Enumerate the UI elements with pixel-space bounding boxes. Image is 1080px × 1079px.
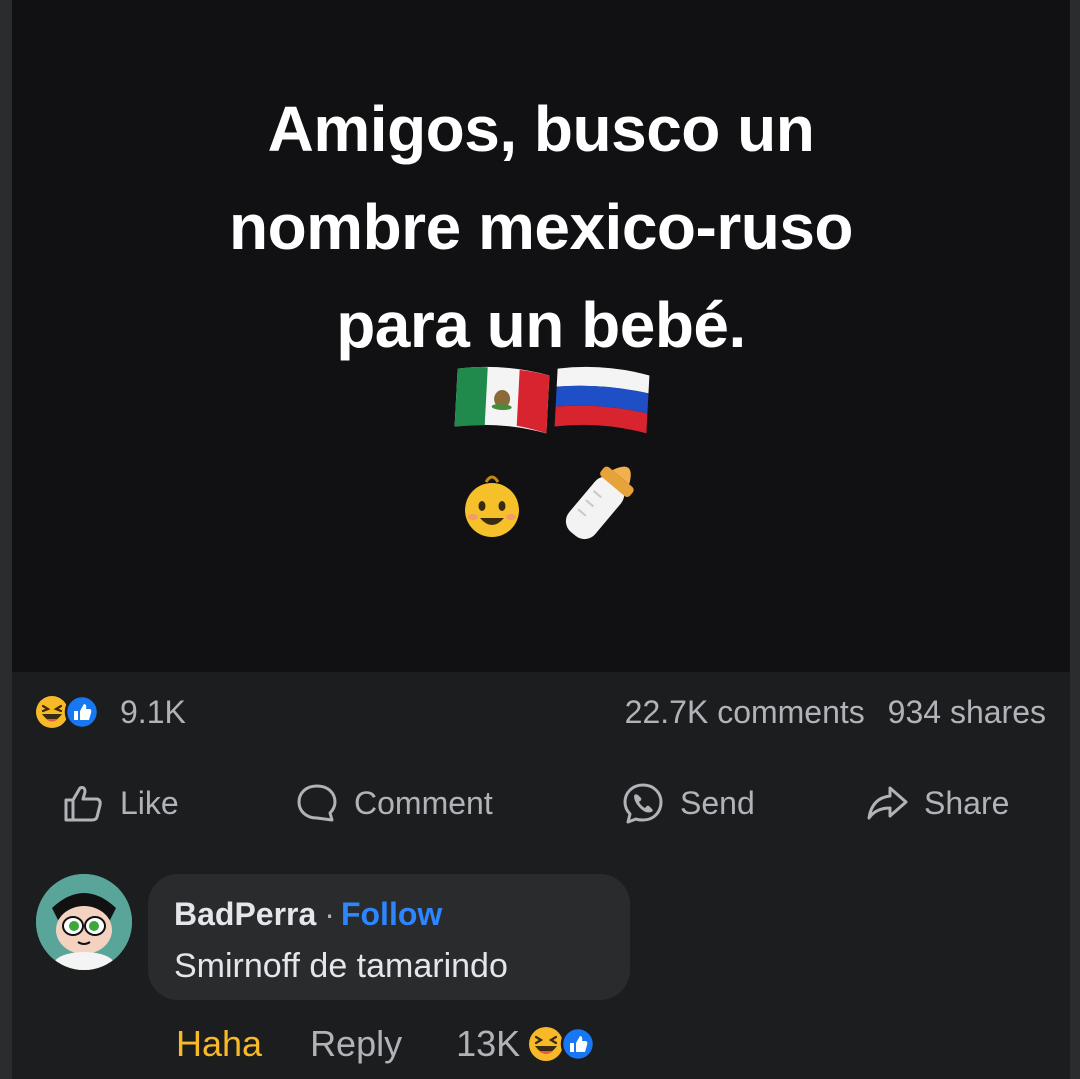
like-label: Like <box>120 784 179 821</box>
share-arrow-icon <box>867 786 908 820</box>
follow-link[interactable]: Follow <box>341 896 442 932</box>
comment-bubble-icon <box>297 784 337 822</box>
post-text: Amigos, busco un nombre mexico-ruso para… <box>12 80 1070 374</box>
send-label: Send <box>680 784 755 821</box>
comment-reaction-icons[interactable] <box>526 1024 602 1064</box>
comment-bubble: BadPerra · Follow Smirnoff de tamarindo <box>148 874 630 1000</box>
post-actions: Like Comment Send Share <box>12 760 1070 846</box>
comments-shares: 22.7K comments 934 shares <box>625 694 1046 730</box>
post-text-line: para un bebé. <box>336 289 746 361</box>
haha-icon <box>529 1027 564 1061</box>
shares-count[interactable]: 934 shares <box>888 694 1046 730</box>
share-label: Share <box>924 784 1010 821</box>
reaction-count[interactable]: 9.1K <box>120 694 186 730</box>
haha-reaction-link[interactable]: Haha <box>176 1023 262 1065</box>
comment-button[interactable]: Comment <box>294 778 493 828</box>
comment-header: BadPerra · Follow <box>174 894 442 934</box>
post-text-line: nombre mexico-ruso <box>228 191 854 263</box>
avatar[interactable] <box>36 874 132 970</box>
comment-actions: Haha Reply 13K <box>176 1020 602 1068</box>
post-stats: 9.1K 22.7K comments 934 shares <box>12 672 1070 752</box>
comments-count[interactable]: 22.7K comments <box>625 694 865 730</box>
facebook-post-screenshot: Amigos, busco un nombre mexico-ruso para… <box>0 0 1080 1079</box>
post-image[interactable]: Amigos, busco un nombre mexico-ruso para… <box>12 0 1070 672</box>
comment-author[interactable]: BadPerra <box>174 896 316 932</box>
like-icon <box>64 694 100 730</box>
left-edge <box>0 0 12 1079</box>
haha-icon <box>36 696 68 728</box>
like-icon <box>560 1026 596 1062</box>
separator-dot: · <box>324 896 335 932</box>
comment-reaction-count[interactable]: 13K <box>456 1023 520 1065</box>
like-button[interactable]: Like <box>60 778 179 828</box>
baby-emoji-row <box>465 466 634 540</box>
russia-flag-icon <box>554 366 650 434</box>
comment-label: Comment <box>354 784 493 821</box>
mexico-flag-icon <box>454 366 550 434</box>
avatar-image <box>36 874 132 970</box>
thumbs-up-icon <box>64 786 102 822</box>
baby-face-icon <box>465 475 519 537</box>
flags-emoji-row <box>454 366 650 434</box>
reaction-icons[interactable] <box>34 694 114 730</box>
reply-link[interactable]: Reply <box>310 1023 402 1065</box>
messenger-icon <box>623 783 663 824</box>
right-edge <box>1070 0 1080 1079</box>
post-text-line: Amigos, busco un <box>267 93 815 165</box>
send-button[interactable]: Send <box>620 778 755 828</box>
comment-text: Smirnoff de tamarindo <box>174 947 508 985</box>
baby-bottle-icon <box>565 466 634 540</box>
share-button[interactable]: Share <box>864 778 1009 828</box>
